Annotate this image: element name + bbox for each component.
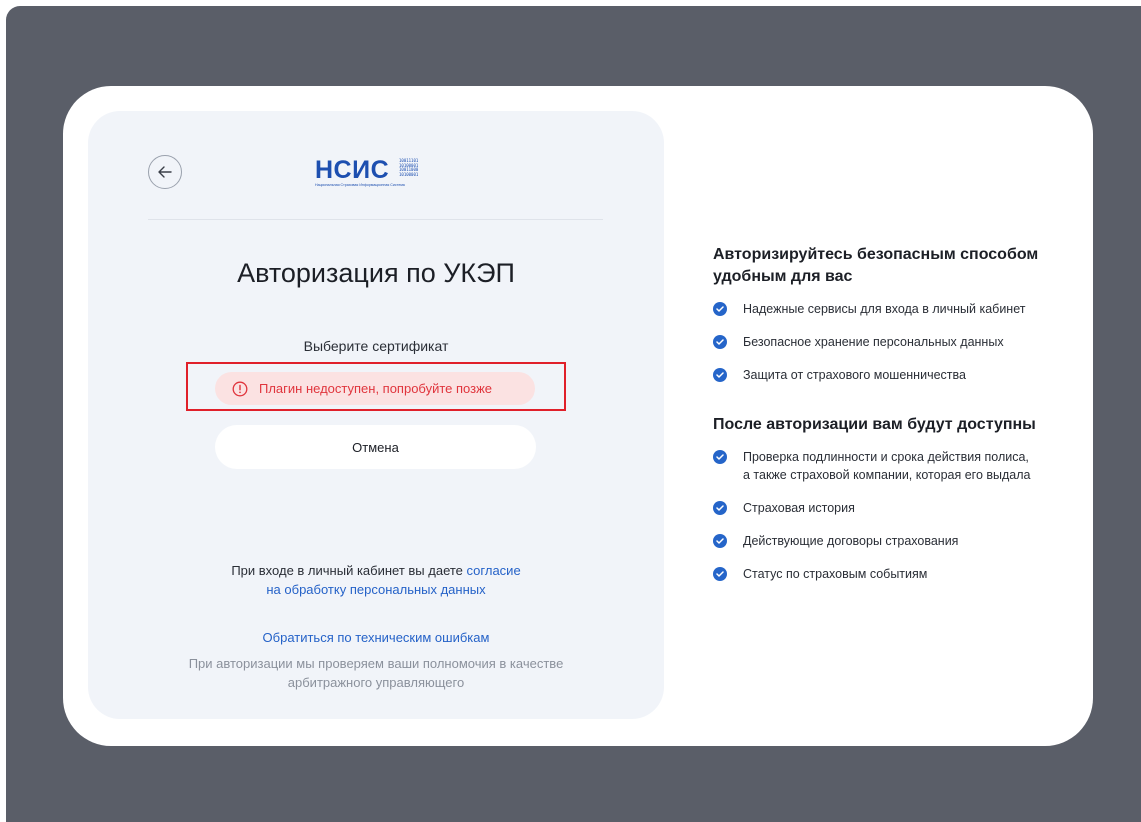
logo-binary: 10011101 10100001 10011000 10100001 <box>399 158 419 177</box>
list-item: Безопасное хранение персональных данных <box>713 333 1073 351</box>
auth-panel: НСИС 10011101 10100001 10011000 10100001… <box>88 111 664 719</box>
list-item: Действующие договоры страхования <box>713 532 1073 550</box>
header-divider <box>148 219 603 220</box>
cancel-button[interactable]: Отмена <box>215 425 536 469</box>
plugin-error-alert: Плагин недоступен, попробуйте позже <box>215 372 535 405</box>
list-item: Проверка подлинности и срока действия по… <box>713 448 1073 484</box>
back-button[interactable] <box>148 155 182 189</box>
authority-note: При авторизации мы проверяем ваши полном… <box>188 656 564 690</box>
list-item: Страховая история <box>713 499 1073 517</box>
benefits-heading: Авторизируйтесь безопасным способом удоб… <box>713 246 1039 285</box>
check-circle-icon <box>713 450 727 464</box>
list-item: Статус по страховым событиям <box>713 565 1073 583</box>
check-circle-icon <box>713 501 727 515</box>
logo-tagline: Национальная Страховая Информационная Си… <box>315 183 405 187</box>
check-circle-icon <box>713 302 727 316</box>
check-circle-icon <box>713 335 727 349</box>
personal-data-link[interactable]: на обработку персональных данных <box>266 582 485 597</box>
error-message: Плагин недоступен, попробуйте позже <box>259 381 493 396</box>
benefits-list: Надежные сервисы для входа в личный каби… <box>713 300 1073 384</box>
after-auth-list: Проверка подлинности и срока действия по… <box>713 448 1073 583</box>
arrow-left-icon <box>158 166 172 178</box>
consent-prefix: При входе в личный кабинет вы даете <box>231 563 467 578</box>
nsis-logo: НСИС 10011101 10100001 10011000 10100001… <box>311 156 437 199</box>
check-circle-icon <box>713 567 727 581</box>
benefits-section: Авторизируйтесь безопасным способом удоб… <box>713 244 1073 583</box>
check-circle-icon <box>713 534 727 548</box>
tech-support-link[interactable]: Обратиться по техническим ошибкам <box>88 630 664 645</box>
after-auth-heading: После авторизации вам будут доступны <box>713 416 1036 433</box>
list-item: Защита от страхового мошенничества <box>713 366 1073 384</box>
check-circle-icon <box>713 368 727 382</box>
consent-link[interactable]: согласие <box>467 563 521 578</box>
list-item: Надежные сервисы для входа в личный каби… <box>713 300 1073 318</box>
consent-text: При входе в личный кабинет вы даете согл… <box>88 561 664 599</box>
auth-modal: НСИС 10011101 10100001 10011000 10100001… <box>63 86 1093 746</box>
page-title: Авторизация по УКЭП <box>237 258 515 288</box>
alert-circle-icon <box>232 381 248 396</box>
certificate-prompt: Выберите сертификат <box>303 338 449 354</box>
logo-wordmark: НСИС <box>315 156 390 184</box>
